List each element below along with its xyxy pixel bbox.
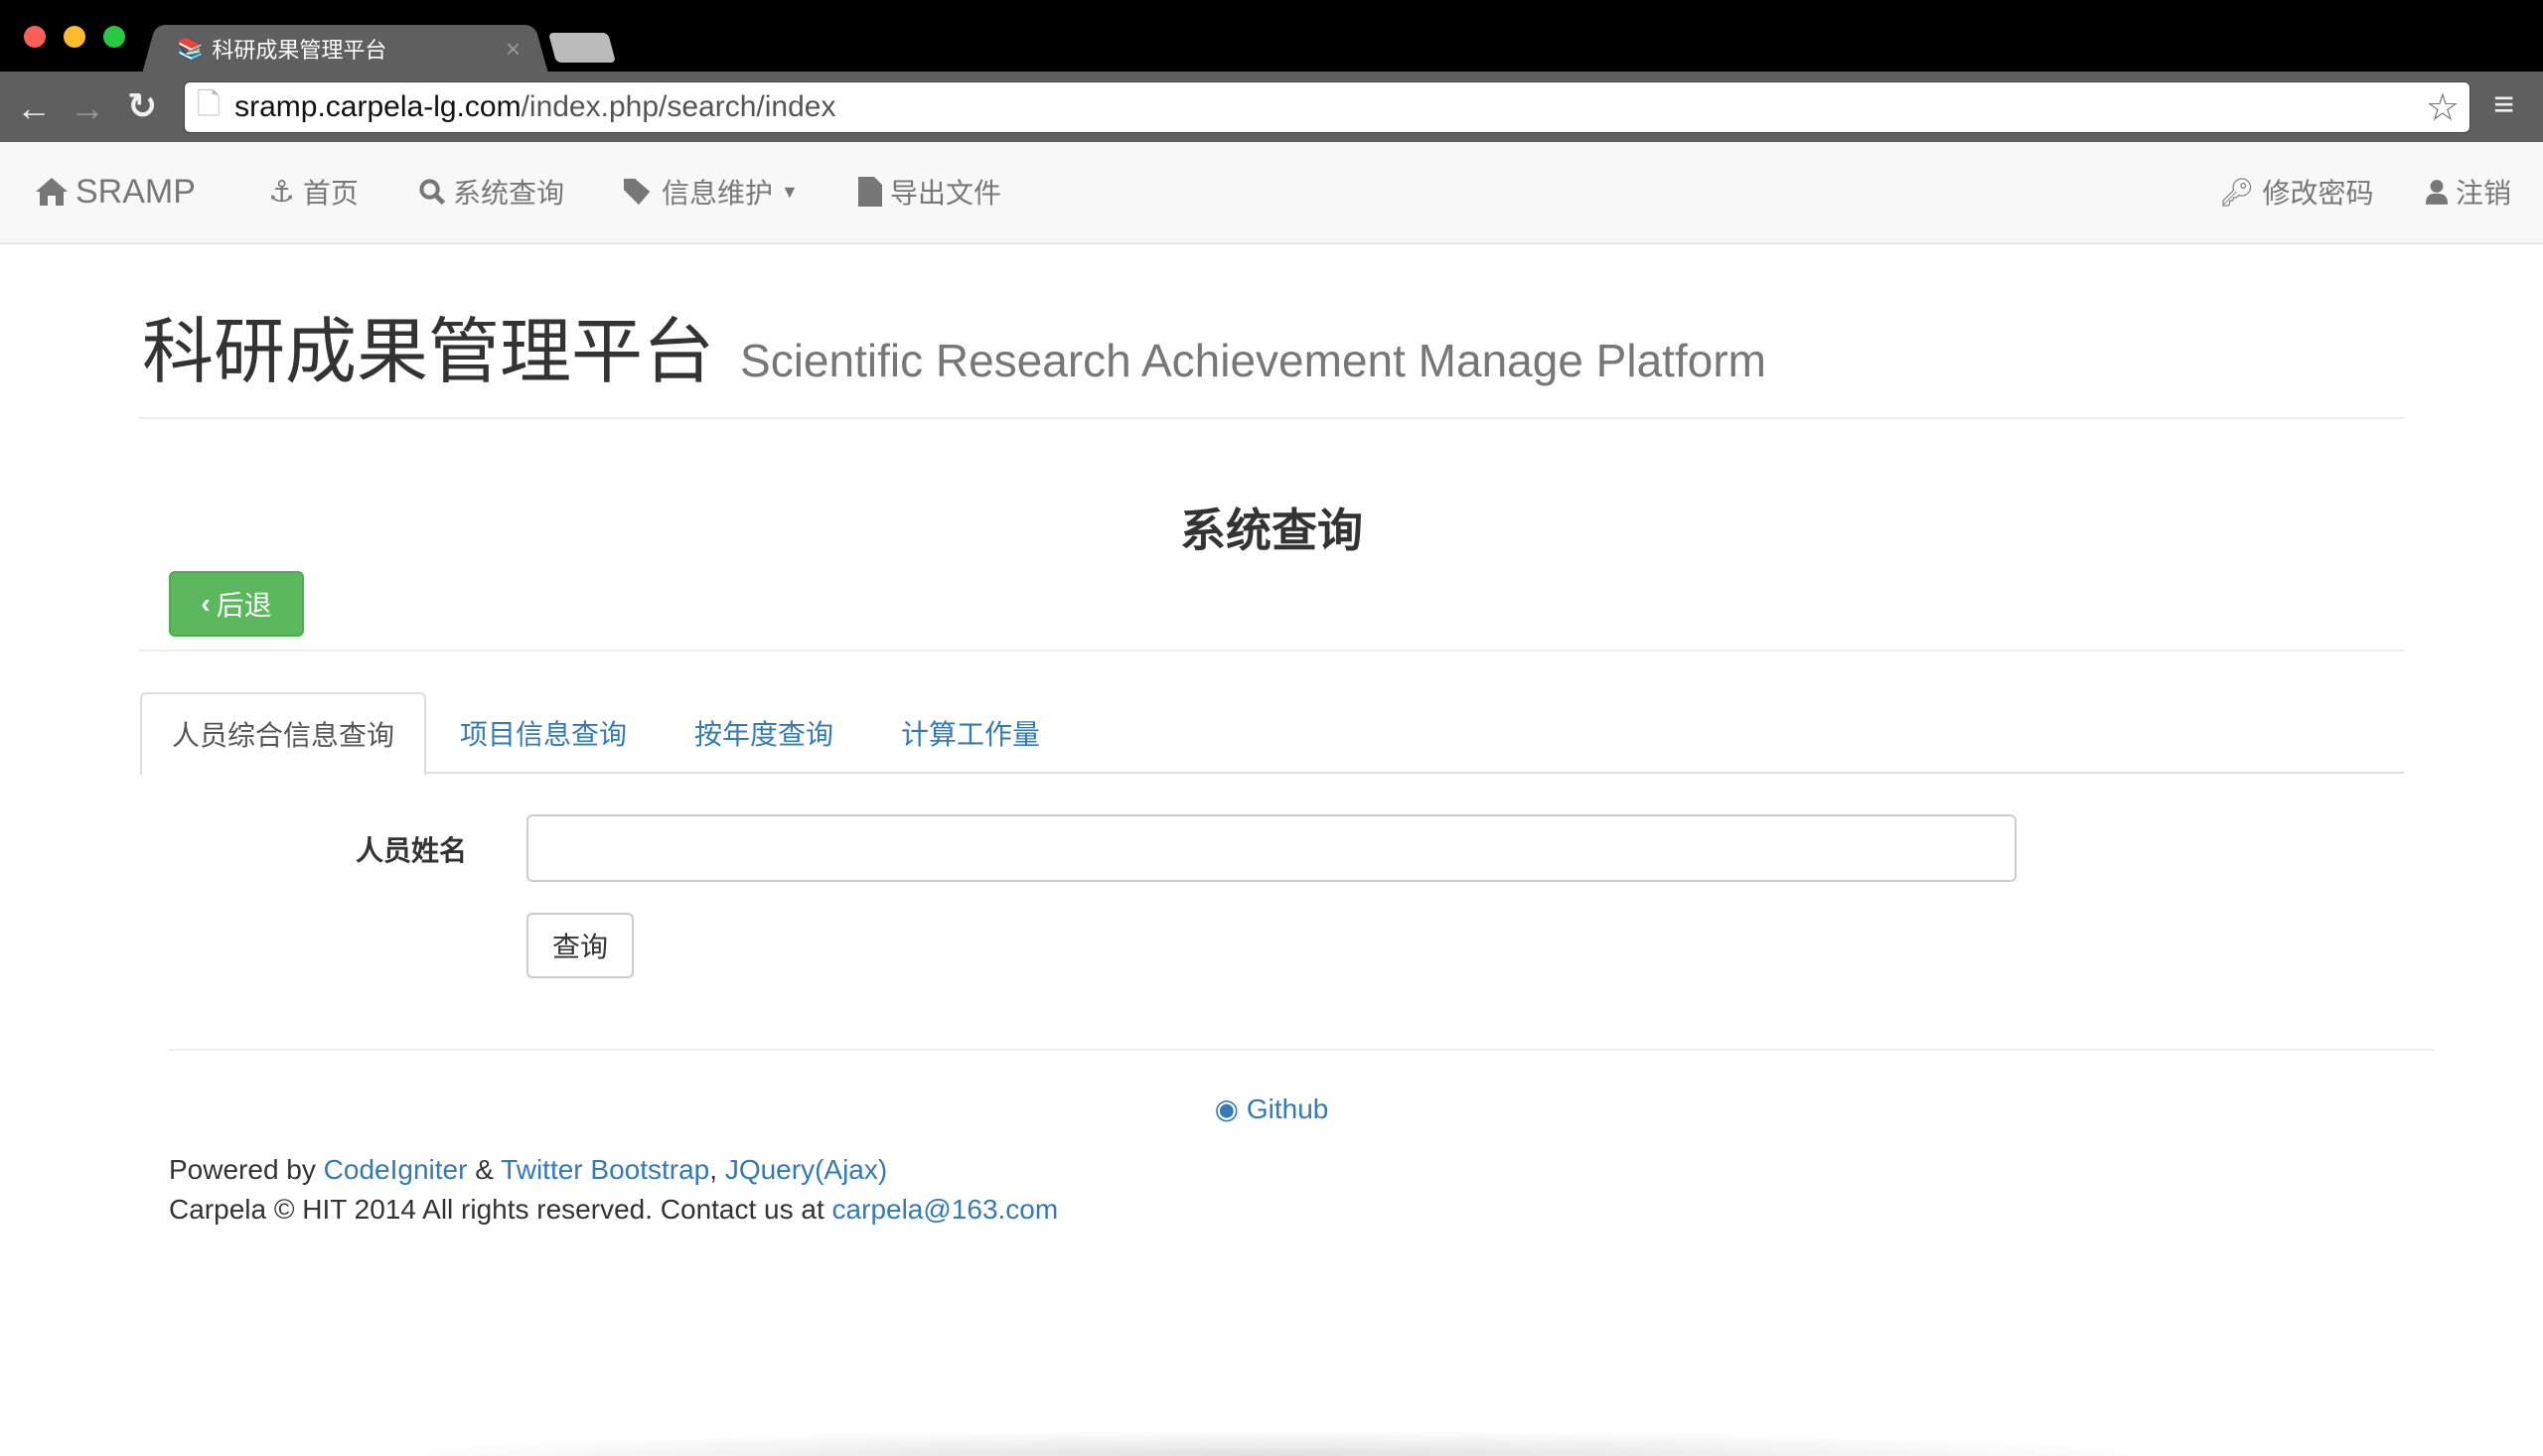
tab-by-year[interactable]: 按年度查询 (665, 692, 863, 774)
tab-close-icon[interactable]: × (506, 34, 521, 65)
books-favicon-icon: 📚 (177, 36, 205, 61)
page-header: 科研成果管理平台 Scientific Research Achievement … (142, 293, 1766, 397)
nav-home[interactable]: ⚓ 首页 (268, 142, 359, 241)
nav-label: 信息维护 (662, 178, 774, 209)
navbar: SRAMP ⚓ 首页 系统查询 信息维护 ▼ 导出文件 🔑︎ 修改密码 注销 (0, 142, 2543, 244)
nav-maintenance-dropdown[interactable]: 信息维护 ▼ (624, 142, 799, 241)
search-icon (419, 179, 445, 205)
nav-label: 修改密码 (2262, 178, 2374, 209)
address-bar[interactable]: 🗋 sramp.carpela-lg.com/index.php/search/… (184, 81, 2470, 133)
maximize-window-button[interactable] (103, 26, 125, 48)
github-label: Github (1246, 1093, 1329, 1124)
user-icon (2426, 180, 2448, 205)
bookmark-star-icon[interactable]: ☆ (2426, 85, 2460, 130)
back-button[interactable]: ‹ 后退 (169, 571, 304, 637)
email-link[interactable]: carpela@163.com (832, 1194, 1059, 1225)
nav-label: 首页 (302, 178, 359, 209)
powered-by-text: Powered by (169, 1154, 316, 1185)
copyright-text: Carpela © HIT 2014 All rights reserved. … (169, 1194, 824, 1225)
section-heading: 系统查询 (1180, 505, 1363, 556)
url-domain: sramp.carpela-lg.com (234, 90, 522, 123)
search-tabs: 人员综合信息查询 项目信息查询 按年度查询 计算工作量 (140, 692, 2404, 776)
menu-icon[interactable]: ≡ (2493, 83, 2514, 125)
back-label: 后退 (216, 590, 272, 621)
nav-label: 注销 (2456, 178, 2512, 209)
nav-logout[interactable]: 注销 (2426, 142, 2511, 241)
powered-by-line: Powered by CodeIgniter & Twitter Bootstr… (169, 1154, 887, 1186)
nav-search[interactable]: 系统查询 (419, 142, 564, 241)
file-icon (858, 177, 882, 207)
jquery-link[interactable]: JQuery(Ajax) (725, 1154, 887, 1185)
header-subtitle: Scientific Research Achievement Manage P… (740, 335, 1766, 386)
tab-workload[interactable]: 计算工作量 (871, 692, 1070, 774)
anchor-icon: ⚓ (268, 175, 295, 209)
divider (139, 650, 2404, 652)
window-shadow (358, 1430, 2185, 1456)
reload-icon[interactable]: ↻ (127, 85, 157, 127)
brand-text: SRAMP (75, 172, 196, 211)
tab-person-info[interactable]: 人员综合信息查询 (140, 692, 427, 776)
name-label: 人员姓名 (356, 835, 468, 866)
github-icon: ◉ (1214, 1093, 1240, 1124)
browser-tab-content[interactable]: 📚 科研成果管理平台 × (177, 24, 534, 73)
header-title: 科研成果管理平台 (142, 313, 715, 392)
divider (169, 1049, 2434, 1051)
nav-label: 导出文件 (890, 178, 1002, 209)
new-tab-button[interactable] (547, 33, 617, 63)
chevron-left-icon: ‹ (201, 588, 211, 619)
codeigniter-link[interactable]: CodeIgniter (324, 1154, 468, 1185)
nav-change-password[interactable]: 🔑︎ 修改密码 (2219, 142, 2374, 241)
bootstrap-link[interactable]: Twitter Bootstrap (501, 1154, 709, 1185)
nav-export[interactable]: 导出文件 (858, 142, 1001, 241)
close-window-button[interactable] (24, 26, 46, 48)
key-icon: 🔑︎ (2219, 176, 2255, 208)
tab-title: 科研成果管理平台 (212, 38, 387, 63)
tags-icon (624, 178, 651, 206)
copyright-line: Carpela © HIT 2014 All rights reserved. … (169, 1194, 1058, 1226)
amp-text: & (475, 1154, 494, 1185)
browser-titlebar: 📚 科研成果管理平台 × (0, 0, 2543, 74)
brand-link[interactable]: SRAMP (36, 142, 196, 241)
github-link[interactable]: ◉ Github (0, 1092, 2543, 1125)
query-button[interactable]: 查询 (526, 913, 634, 978)
page-icon: 🗋 (197, 87, 222, 121)
minimize-window-button[interactable] (64, 26, 85, 48)
nav-label: 系统查询 (453, 178, 565, 209)
back-arrow-icon[interactable]: ← (16, 87, 52, 129)
comma-text: , (709, 1154, 718, 1185)
divider (139, 417, 2404, 419)
home-icon (36, 178, 68, 206)
url-path: /index.php/search/index (521, 90, 836, 123)
name-input[interactable] (526, 814, 2017, 882)
tab-project-info[interactable]: 项目信息查询 (430, 692, 657, 774)
forward-arrow-icon[interactable]: → (70, 87, 105, 129)
caret-down-icon: ▼ (781, 181, 799, 202)
